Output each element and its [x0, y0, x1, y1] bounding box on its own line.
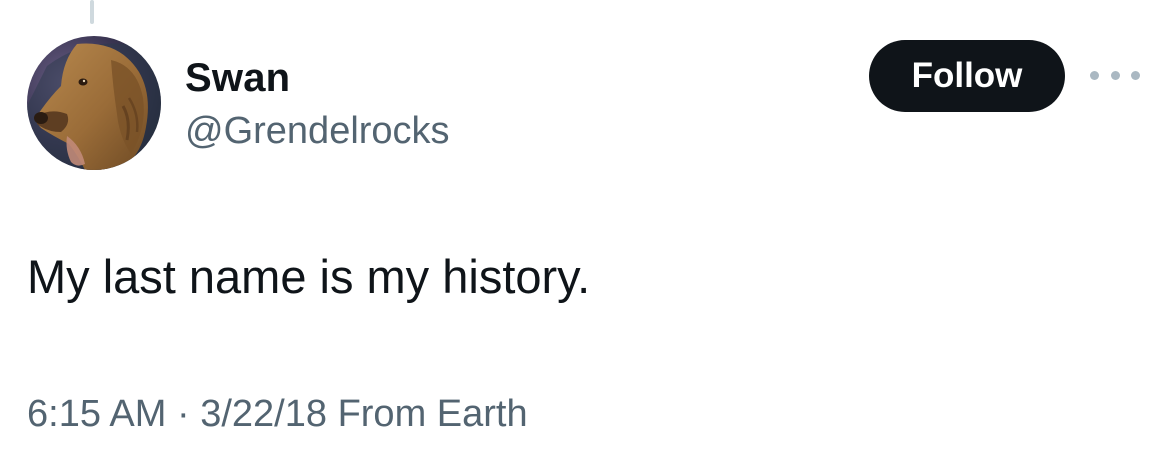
tweet-timestamp-date[interactable]: 3/22/18: [200, 393, 327, 435]
tweet-source: From Earth: [337, 393, 528, 435]
follow-button[interactable]: Follow: [869, 40, 1065, 112]
tweet-meta: 6:15 AM · 3/22/18 From Earth: [27, 390, 528, 438]
more-dot: [1110, 70, 1120, 80]
author-display-name[interactable]: Swan: [185, 54, 290, 102]
meta-separator: ·: [176, 393, 190, 435]
author-handle[interactable]: @Grendelrocks: [185, 108, 450, 154]
thread-connector-line: [90, 0, 94, 24]
dog-avatar-icon: [27, 36, 161, 170]
more-dot: [1131, 70, 1140, 80]
more-dot: [1090, 70, 1099, 80]
tweet-text: My last name is my history.: [27, 250, 591, 303]
tweet-timestamp-time[interactable]: 6:15 AM: [27, 393, 166, 435]
more-options-icon[interactable]: [1090, 60, 1140, 90]
author-avatar[interactable]: [27, 36, 161, 170]
